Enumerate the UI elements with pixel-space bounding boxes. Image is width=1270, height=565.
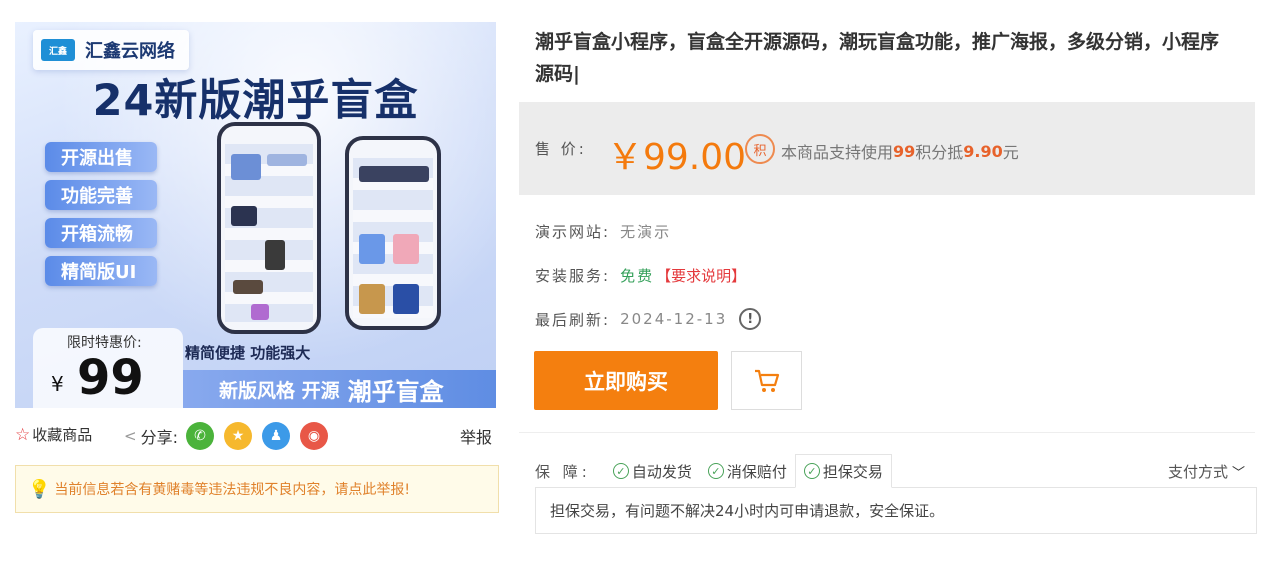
share-label: 分享: [140,428,178,447]
strip-text: 新版风格 开源 [219,379,340,402]
weibo-icon[interactable]: ◉ [299,422,328,450]
guarantee-tab-compensation[interactable]: ✓ 消保赔付 [700,454,795,488]
payment-method-dropdown[interactable]: 支付方式 ﹀ [1168,461,1245,482]
guarantee-tab-label: 自动发货 [631,462,692,481]
brand-logo: 汇鑫 [41,39,75,61]
phone-mockup [345,136,441,330]
demo-label: 演示网站: [535,223,611,241]
refresh-date: 2024-12-13 [620,310,728,328]
points-value: 9.90 [963,141,1003,161]
brand-name: 汇鑫云网络 [85,41,175,62]
report-notice-text: 当前信息若含有黄赌毒等违法违规不良内容，请点此举报! [54,482,411,498]
refresh-label: 最后刷新: [535,310,611,329]
feature-tag: 开源出售 [45,142,157,172]
report-notice[interactable]: 💡 当前信息若含有黄赌毒等违法违规不良内容，请点此举报! [15,465,499,513]
guarantee-description: 担保交易，有问题不解决24小时内可申请退款，安全保证。 [535,487,1257,534]
screen-tile [359,166,429,182]
strip-highlight: 潮乎盲盒 [347,377,444,406]
install-value: 免费 [620,267,655,285]
chevron-down-icon: ﹀ [1231,466,1245,481]
brand-badge: 汇鑫 汇鑫云网络 [33,30,189,70]
promo-price-currency: ¥ [51,372,64,396]
price-panel: 售 价: ￥99.00 积 本商品支持使用 99 积分抵 9.90 元 [519,102,1255,195]
demo-row: 演示网站: 无演示 [535,221,671,242]
refresh-row: 最后刷新: 2024-12-13 ! [535,308,762,330]
add-to-cart-button[interactable] [731,351,802,410]
promo-price-label: 限时特惠价: [67,335,142,351]
screen-tile [359,234,385,264]
screen-tile [233,280,263,294]
buy-now-button[interactable]: 立即购买 [534,351,718,410]
wechat-icon[interactable]: ✆ [185,422,214,450]
feature-tag: 开箱流畅 [45,218,157,248]
banner-title: 24新版潮乎盲盒 [92,76,419,126]
points-prefix: 本商品支持使用 [781,143,894,162]
points-amount: 99 [893,141,916,161]
qq-icon[interactable]: ♟ [261,422,290,450]
guarantee-tab-auto-delivery[interactable]: ✓ 自动发货 [605,454,700,488]
favorite-label: 收藏商品 [32,426,93,444]
phone-screen [353,158,433,318]
screen-tile [231,154,261,180]
share-icon: < [124,427,137,445]
price-label: 售 价: [535,140,587,158]
product-title: 潮乎盲盒小程序，盲盒全开源源码，潮玩盲盒功能，推广海报，多级分销，小程序源码| [535,31,1220,85]
feature-list: 开源出售 功能完善 开箱流畅 精简版UI [45,142,157,294]
report-link[interactable]: 举报 [460,424,492,448]
divider [519,432,1255,433]
demo-value: 无演示 [620,223,672,241]
payment-method-label: 支付方式 [1167,463,1228,481]
guarantee-tab-escrow[interactable]: ✓ 担保交易 [794,454,892,488]
screen-tile [251,304,269,320]
share-bar: < 分享: ✆ ★ ♟ ◉ [124,422,328,450]
install-row: 安装服务: 免费 【要求说明】 [535,265,746,286]
price-value: ￥99.00 [607,137,747,178]
screen-tile [359,284,385,314]
screen-tile [267,154,307,166]
banner-bottom-strip: 新版风格 开源 潮乎盲盒 [183,370,496,408]
screen-tile [265,240,285,270]
points-mid: 积分抵 [915,143,964,162]
check-icon: ✓ [803,463,820,479]
screen-tile [393,284,419,314]
phone-screen [225,144,313,322]
guarantee-tab-label: 担保交易 [822,462,883,481]
points-info: 积 本商品支持使用 99 积分抵 9.90 元 [745,134,1019,164]
points-icon: 积 [745,134,775,164]
guarantee-tab-label: 消保赔付 [726,462,787,481]
qzone-icon[interactable]: ★ [223,422,252,450]
guarantee-label: 保 障: [535,462,591,481]
cart-icon [754,369,779,392]
product-image[interactable]: 汇鑫 汇鑫云网络 24新版潮乎盲盒 开源出售 功能完善 开箱流畅 精简版UI 限… [15,22,496,408]
screen-tile [231,206,257,226]
install-label: 安装服务: [535,267,611,285]
feature-tag: 精简版UI [45,256,157,286]
points-suffix: 元 [1002,143,1019,162]
feature-tag: 功能完善 [45,180,157,210]
banner-tagline: 精简便捷 功能强大 [185,344,311,362]
screen-tile [393,234,419,264]
promo-price-value: 99 [77,350,144,406]
favorite-button[interactable]: ☆ 收藏商品 [15,424,92,445]
install-requirements-link[interactable]: 【要求说明】 [656,265,746,286]
guarantee-bar: 保 障: ✓ 自动发货 ✓ 消保赔付 ✓ 担保交易 支付方式 ﹀ [535,454,1257,488]
info-icon[interactable]: ! [739,308,762,330]
phone-mockup [217,122,321,334]
check-icon: ✓ [707,463,724,479]
check-icon: ✓ [612,463,629,479]
lightbulb-icon: 💡 [28,478,51,500]
star-icon: ☆ [15,424,31,445]
